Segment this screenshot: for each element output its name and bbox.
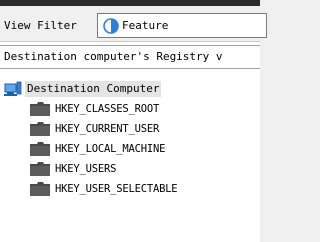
tree-item-label: HKEY_CURRENT_USER <box>55 123 160 135</box>
folder-icon <box>30 122 50 136</box>
folder-icon <box>30 102 50 116</box>
tree-item-label: HKEY_USERS <box>55 163 117 175</box>
folder-icon <box>30 142 50 156</box>
tree-item-hkey-user-selectable[interactable]: HKEY_USER_SELECTABLE <box>30 179 178 199</box>
tree-root-label: Destination Computer <box>25 81 162 97</box>
view-filter-bar: View Filter Feature <box>0 6 267 42</box>
tree-item-hkey-users[interactable]: HKEY_USERS <box>30 159 177 179</box>
computer-icon <box>4 81 22 96</box>
folder-icon <box>30 162 50 176</box>
tree-item-hkey-classes-root[interactable]: HKEY_CLASSES_ROOT <box>30 99 177 119</box>
view-filter-label: View Filter <box>4 19 77 32</box>
tree-item-label: HKEY_CLASSES_ROOT <box>55 103 160 115</box>
tree-item-hkey-current-user[interactable]: HKEY_CURRENT_USER <box>30 119 177 139</box>
tree-node-destination-computer[interactable]: Destination Computer <box>4 80 162 98</box>
tree-children: HKEY_CLASSES_ROOT HKEY_CURRENT_USER HKEY… <box>30 99 178 199</box>
tree-item-hkey-local-machine[interactable]: HKEY_LOCAL_MACHINE <box>30 139 177 159</box>
registry-view-panel: View Filter Feature Destination computer… <box>0 0 267 242</box>
view-filter-selected-value: Feature <box>122 19 169 32</box>
registry-path-bar: Destination computer's Registry v <box>0 45 260 69</box>
tree-item-label: HKEY_USER_SELECTABLE <box>55 183 178 195</box>
folder-icon <box>30 182 50 196</box>
view-filter-dropdown[interactable]: Feature <box>97 13 267 38</box>
registry-path-text: Destination computer's Registry v <box>4 50 223 63</box>
pie-chart-icon <box>103 18 119 34</box>
registry-tree: Destination Computer HKEY_CLASSES_ROOT H… <box>0 72 260 242</box>
tree-item-label: HKEY_LOCAL_MACHINE <box>55 143 166 155</box>
